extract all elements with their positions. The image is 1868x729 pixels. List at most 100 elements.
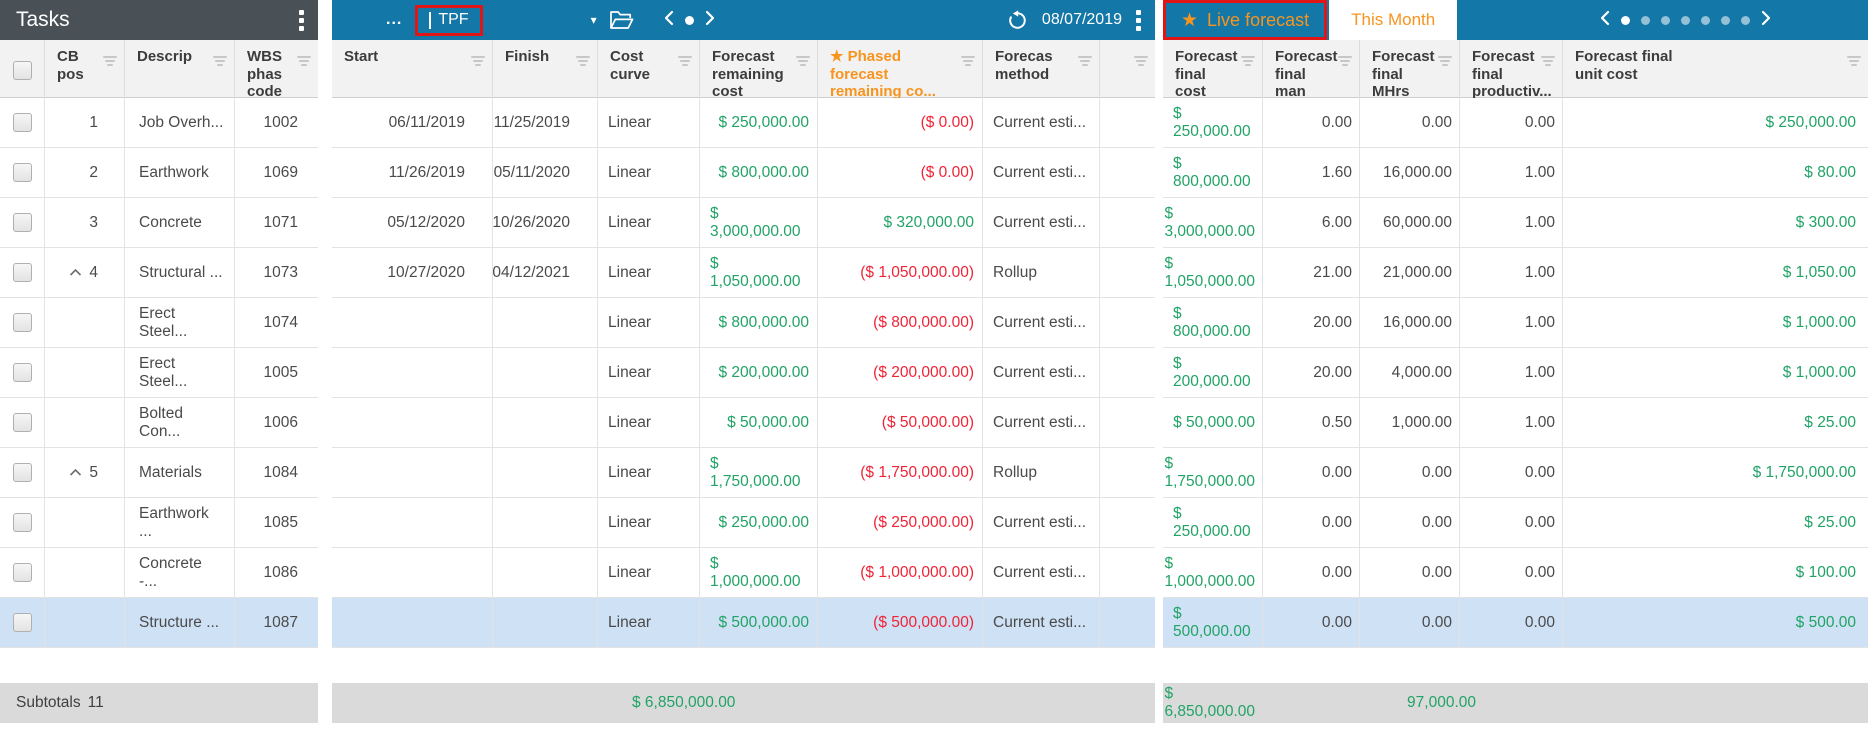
forecast-final-mhrs-cell[interactable]: 16,000.00: [1360, 148, 1460, 197]
forecast-final-man-hours-cell[interactable]: 0.00: [1263, 98, 1360, 147]
forecast-row[interactable]: Linear $ 50,000.00 ($ 50,000.00) Current…: [332, 398, 1155, 448]
forecast-final-mhrs-cell[interactable]: 60,000.00: [1360, 198, 1460, 247]
start-cell[interactable]: [332, 498, 493, 547]
forecast-final-cost-cell[interactable]: $ 3,000,000.00: [1163, 198, 1263, 247]
description-cell[interactable]: Earthwork ...: [125, 498, 235, 547]
forecast-final-mhrs-cell[interactable]: 0.00: [1360, 98, 1460, 147]
kebab-menu-icon[interactable]: [1122, 10, 1155, 31]
forecast-method-cell[interactable]: Rollup: [983, 248, 1100, 297]
forecast-final-man-hours-cell[interactable]: 21.00: [1263, 248, 1360, 297]
forecast-remaining-cost-cell[interactable]: $ 800,000.00: [700, 148, 818, 197]
forecast-final-unit-cost-cell[interactable]: $ 1,750,000.00: [1563, 448, 1868, 497]
forecast-final-cost-cell[interactable]: $ 250,000.00: [1163, 498, 1263, 547]
forecast-final-man-hours-cell[interactable]: 0.00: [1263, 548, 1360, 597]
description-cell[interactable]: Erect Steel...: [125, 298, 235, 347]
phased-forecast-cell[interactable]: ($ 1,050,000.00): [818, 248, 983, 297]
view-name-input[interactable]: TPF: [438, 11, 468, 29]
forecast-final-cost-cell[interactable]: $ 800,000.00: [1163, 298, 1263, 347]
forecast-row[interactable]: Linear $ 250,000.00 ($ 250,000.00) Curre…: [332, 498, 1155, 548]
pager-next-icon[interactable]: [1761, 10, 1771, 31]
column-header-description[interactable]: Descrip: [125, 40, 235, 101]
forecast-final-cost-cell[interactable]: $ 250,000.00: [1163, 98, 1263, 147]
task-row[interactable]: 1 Job Overh... 1002: [0, 98, 318, 148]
forecast-final-cost-cell[interactable]: $ 1,000,000.00: [1163, 548, 1263, 597]
forecast-method-cell[interactable]: Rollup: [983, 448, 1100, 497]
forecast-final-mhrs-cell[interactable]: 4,000.00: [1360, 348, 1460, 397]
live-forecast-row[interactable]: $ 800,000.00 20.00 16,000.00 1.00 $ 1,00…: [1163, 298, 1868, 348]
finish-cell[interactable]: 05/11/2020: [493, 148, 598, 197]
cb-position-cell[interactable]: 1: [45, 98, 125, 147]
filter-icon[interactable]: [1134, 56, 1148, 66]
pager-prev-icon[interactable]: [1600, 10, 1610, 31]
cb-position-cell[interactable]: 4: [45, 248, 125, 297]
task-row[interactable]: 4 Structural ... 1073: [0, 248, 318, 298]
filter-icon[interactable]: [1847, 56, 1861, 66]
forecast-final-unit-cost-cell[interactable]: $ 100.00: [1563, 548, 1868, 597]
start-cell[interactable]: [332, 448, 493, 497]
forecast-final-cost-cell[interactable]: $ 1,050,000.00: [1163, 248, 1263, 297]
cb-position-cell[interactable]: [45, 348, 125, 397]
cost-curve-cell[interactable]: Linear: [598, 348, 700, 397]
finish-cell[interactable]: 10/26/2020: [493, 198, 598, 247]
row-checkbox[interactable]: [13, 113, 32, 132]
forecast-remaining-cost-cell[interactable]: $ 800,000.00: [700, 298, 818, 347]
forecast-method-cell[interactable]: Current esti...: [983, 598, 1100, 647]
forecast-row[interactable]: Linear $ 1,750,000.00 ($ 1,750,000.00) R…: [332, 448, 1155, 498]
phased-forecast-cell[interactable]: ($ 500,000.00): [818, 598, 983, 647]
finish-cell[interactable]: 11/25/2019: [493, 98, 598, 147]
task-row[interactable]: Concrete -... 1086: [0, 548, 318, 598]
forecast-final-mhrs-cell[interactable]: 0.00: [1360, 598, 1460, 647]
forecast-final-man-hours-cell[interactable]: 20.00: [1263, 348, 1360, 397]
cost-curve-cell[interactable]: Linear: [598, 198, 700, 247]
forecast-final-man-hours-cell[interactable]: 20.00: [1263, 298, 1360, 347]
wbs-phase-code-cell[interactable]: 1085: [235, 498, 318, 547]
phased-forecast-cell[interactable]: ($ 250,000.00): [818, 498, 983, 547]
forecast-row[interactable]: Linear $ 200,000.00 ($ 200,000.00) Curre…: [332, 348, 1155, 398]
wbs-phase-code-cell[interactable]: 1086: [235, 548, 318, 597]
forecast-final-productivity-cell[interactable]: 1.00: [1460, 248, 1563, 297]
row-checkbox[interactable]: [13, 513, 32, 532]
live-forecast-row[interactable]: $ 250,000.00 0.00 0.00 0.00 $ 25.00: [1163, 498, 1868, 548]
cb-position-cell[interactable]: 3: [45, 198, 125, 247]
start-cell[interactable]: [332, 398, 493, 447]
forecast-method-cell[interactable]: Current esti...: [983, 298, 1100, 347]
data-date[interactable]: 08/07/2019: [1042, 11, 1122, 29]
cost-curve-cell[interactable]: Linear: [598, 598, 700, 647]
forecast-final-mhrs-cell[interactable]: 16,000.00: [1360, 298, 1460, 347]
phased-forecast-cell[interactable]: ($ 50,000.00): [818, 398, 983, 447]
start-cell[interactable]: 06/11/2019: [332, 98, 493, 147]
row-checkbox[interactable]: [13, 413, 32, 432]
cb-position-cell[interactable]: [45, 398, 125, 447]
wbs-phase-code-cell[interactable]: 1006: [235, 398, 318, 447]
finish-cell[interactable]: [493, 498, 598, 547]
pager-dot[interactable]: [1701, 16, 1710, 25]
filter-icon[interactable]: [1078, 56, 1092, 66]
filter-icon[interactable]: [678, 56, 692, 66]
forecast-method-cell[interactable]: Current esti...: [983, 398, 1100, 447]
start-cell[interactable]: [332, 548, 493, 597]
cb-position-cell[interactable]: [45, 298, 125, 347]
live-forecast-row[interactable]: $ 3,000,000.00 6.00 60,000.00 1.00 $ 300…: [1163, 198, 1868, 248]
row-checkbox[interactable]: [13, 313, 32, 332]
forecast-final-productivity-cell[interactable]: 1.00: [1460, 398, 1563, 447]
forecast-final-mhrs-cell[interactable]: 0.00: [1360, 548, 1460, 597]
cb-position-cell[interactable]: [45, 498, 125, 547]
cost-curve-cell[interactable]: Linear: [598, 498, 700, 547]
row-checkbox[interactable]: [13, 563, 32, 582]
forecast-final-man-hours-cell[interactable]: 6.00: [1263, 198, 1360, 247]
forecast-method-cell[interactable]: Current esti...: [983, 348, 1100, 397]
cb-position-cell[interactable]: 2: [45, 148, 125, 197]
forecast-method-cell[interactable]: Current esti...: [983, 548, 1100, 597]
forecast-row[interactable]: 05/12/2020 10/26/2020 Linear $ 3,000,000…: [332, 198, 1155, 248]
cost-curve-cell[interactable]: Linear: [598, 398, 700, 447]
forecast-final-unit-cost-cell[interactable]: $ 300.00: [1563, 198, 1868, 247]
forecast-final-man-hours-cell[interactable]: 0.50: [1263, 398, 1360, 447]
cost-curve-cell[interactable]: Linear: [598, 148, 700, 197]
description-cell[interactable]: Bolted Con...: [125, 398, 235, 447]
more-options-button[interactable]: ...: [386, 11, 402, 29]
select-all-checkbox[interactable]: [13, 61, 32, 80]
wbs-phase-code-cell[interactable]: 1071: [235, 198, 318, 247]
forecast-final-mhrs-cell[interactable]: 0.00: [1360, 448, 1460, 497]
forecast-row[interactable]: Linear $ 500,000.00 ($ 500,000.00) Curre…: [332, 598, 1155, 648]
task-row[interactable]: Earthwork ... 1085: [0, 498, 318, 548]
